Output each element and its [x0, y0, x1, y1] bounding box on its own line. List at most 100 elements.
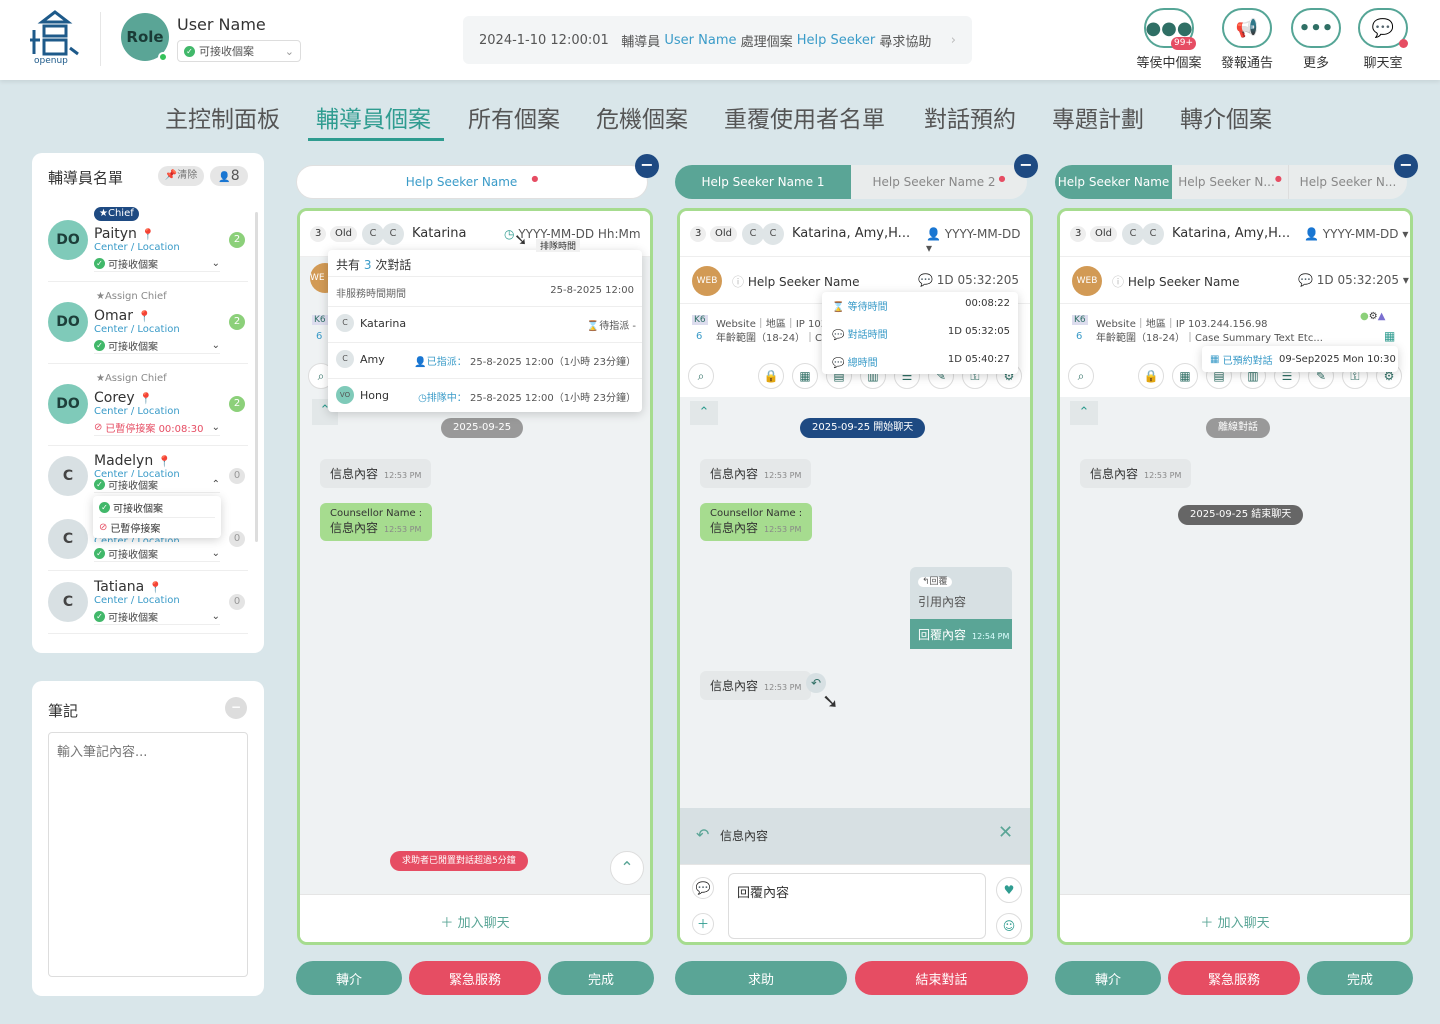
notice-user[interactable]: User Name: [664, 33, 736, 48]
search-button[interactable]: ⌕: [688, 363, 714, 389]
notice-seeker[interactable]: Help Seeker: [797, 33, 875, 48]
nav-referrals[interactable]: 轉介個案: [1180, 100, 1272, 134]
lock-button[interactable]: 🔒: [1138, 363, 1164, 389]
tab-seeker-2[interactable]: Help Seeker Name 2 ●: [851, 165, 1027, 199]
history-row[interactable]: C Katarina ⌛待指派 -: [336, 314, 636, 336]
status-option-available[interactable]: ✓ 可接收個案: [99, 500, 163, 515]
nav-crisis-cases[interactable]: 危機個案: [596, 100, 688, 134]
hourglass-icon: ⌛: [832, 302, 845, 313]
calendar-button[interactable]: ▦: [1172, 363, 1198, 389]
join-chat-button[interactable]: ＋ 加入聊天: [1060, 894, 1410, 942]
seeker-names[interactable]: Katarina, Amy,H...: [792, 226, 910, 241]
collapse-panel-button[interactable]: −: [635, 154, 659, 178]
seeker-name[interactable]: ⓘ Help Seeker Name: [732, 273, 859, 290]
counsellor-avatar[interactable]: C: [48, 456, 88, 496]
duration[interactable]: 💬 1D 05:32:205: [918, 273, 1019, 287]
counsellor-avatar[interactable]: C: [48, 519, 88, 559]
notes-input[interactable]: [48, 732, 248, 977]
emergency-button[interactable]: 緊急服務: [1168, 961, 1300, 995]
end-chat-button[interactable]: 結束對話: [855, 961, 1028, 995]
calendar-icon: ▦: [799, 369, 811, 383]
counsellor-status-select[interactable]: ✓ 可接收個案 ⌄: [94, 256, 220, 272]
counsellor-avatar[interactable]: C: [48, 582, 88, 622]
counsellor-location: Center / Location: [94, 324, 180, 335]
user-icon: 👤: [1304, 227, 1319, 241]
counsellor-avatar[interactable]: DO: [48, 302, 88, 342]
reply-icon: ↰: [922, 577, 930, 587]
counsellor-status-select[interactable]: ✓ 可接收個案 ⌄: [94, 609, 220, 625]
counsellor-avatar[interactable]: DO: [48, 384, 88, 424]
complete-button[interactable]: 完成: [548, 961, 654, 995]
attach-button[interactable]: ＋: [692, 913, 714, 935]
join-chat-button[interactable]: ＋ 加入聊天: [300, 894, 650, 942]
assign-chief-tag[interactable]: ★Assign Chief: [96, 291, 167, 302]
counsellor-name[interactable]: Omar 📍: [94, 308, 151, 324]
history-row[interactable]: C Amy 👤已指派： 25-8-2025 12:00（1小時 23分鐘）: [336, 350, 636, 372]
counsellor-avatar[interactable]: DO: [48, 220, 88, 260]
counsellor-name[interactable]: Tatiana 📍: [94, 579, 162, 595]
history-detail: 25-8-2025 12:00（1小時 23分鐘）: [469, 393, 636, 404]
help-button[interactable]: 求助: [675, 961, 847, 995]
date-select[interactable]: 👤 YYYY-MM-DD ▾: [926, 227, 1030, 255]
scroll-top-button[interactable]: ⌃: [690, 401, 718, 425]
megaphone-icon: 📢: [1222, 8, 1272, 48]
collapse-panel-button[interactable]: −: [1014, 154, 1038, 178]
calendar-button[interactable]: ▦: [792, 363, 818, 389]
tab-seeker-1[interactable]: Help Seeker Name 1: [675, 165, 851, 199]
nav-dashboard[interactable]: 主控制面板: [165, 100, 280, 134]
scroll-up-button[interactable]: ⌃: [610, 851, 644, 885]
message-input[interactable]: 回覆內容: [728, 873, 986, 939]
calendar-check-icon[interactable]: ▦: [1384, 329, 1395, 343]
divider: [48, 570, 248, 571]
seeker-names[interactable]: Katarina, Amy,H...: [1172, 226, 1290, 241]
waiting-cases-button[interactable]: ●●● 99+ 等侯中個案: [1134, 8, 1204, 71]
emoji-button[interactable]: ☺: [996, 913, 1022, 939]
complete-button[interactable]: 完成: [1307, 961, 1413, 995]
duration[interactable]: 💬 1D 05:32:205 ▾: [1298, 273, 1409, 287]
status-option-paused[interactable]: ⊘ 已暫停接案: [99, 520, 160, 535]
scroll-top-button[interactable]: ⌃: [1070, 401, 1098, 425]
notice-bar[interactable]: 2024-1-10 12:00:01 輔導員 User Name 處理個案 He…: [463, 16, 972, 64]
announce-button[interactable]: 📢 發報通告: [1212, 8, 1282, 71]
chatroom-button[interactable]: 💬 聊天室: [1348, 8, 1418, 71]
user-status-select[interactable]: ✓ 可接收個案 ⌄: [177, 40, 301, 62]
close-reply-button[interactable]: ✕: [998, 822, 1013, 843]
counsellor-name[interactable]: Madelyn 📍: [94, 453, 171, 469]
like-button[interactable]: ♥: [996, 877, 1022, 903]
date-select[interactable]: 👤 YYYY-MM-DD ▾: [1304, 227, 1408, 241]
clear-button[interactable]: 📌清除: [158, 166, 204, 186]
counsellor-status-select[interactable]: ⊘ 已暫停接案 00:08:30 ⌄: [94, 420, 220, 436]
counsellor-name[interactable]: Paityn 📍: [94, 226, 155, 242]
seeker-name[interactable]: Katarina: [412, 226, 467, 241]
tab-seeker-2[interactable]: Help Seeker N... ●: [1172, 165, 1289, 199]
emergency-button[interactable]: 緊急服務: [409, 961, 541, 995]
seeker-name[interactable]: ⓘ Help Seeker Name: [1112, 273, 1239, 290]
booking-popup[interactable]: ▦ 已預約對話 09-Sep2025 Mon 10:30: [1202, 346, 1398, 372]
sidebar-scrollbar[interactable]: [255, 212, 258, 542]
counsellor-name[interactable]: Corey 📍: [94, 390, 153, 406]
refer-button[interactable]: 轉介: [296, 961, 402, 995]
lock-button[interactable]: 🔒: [758, 363, 784, 389]
chat-panel: 3 Old C C Katarina, Amy,H... 👤 YYYY-MM-D…: [1057, 208, 1413, 945]
search-button[interactable]: ⌕: [1068, 363, 1094, 389]
history-row[interactable]: VO Hong ◷排隊中： 25-8-2025 12:00（1小時 23分鐘）: [336, 386, 636, 408]
counsellor-status-select[interactable]: ✓ 可接收個案 ⌃: [94, 477, 220, 493]
nav-all-cases[interactable]: 所有個案: [468, 100, 560, 134]
collapse-notes-button[interactable]: −: [225, 697, 247, 719]
nav-counsellor-cases[interactable]: 輔導員個案: [316, 100, 431, 134]
nav-repeat-users[interactable]: 重覆使用者名單: [724, 100, 885, 134]
refer-button[interactable]: 轉介: [1055, 961, 1161, 995]
assign-chief-tag[interactable]: ★Assign Chief: [96, 373, 167, 384]
nav-projects[interactable]: 專題計劃: [1052, 100, 1144, 134]
tab-seeker-3[interactable]: Help Seeker N...: [1289, 165, 1407, 199]
tab-seeker[interactable]: Help Seeker Name ●: [296, 165, 648, 199]
collapse-panel-button[interactable]: −: [1394, 154, 1418, 178]
old-tag: Old: [1090, 226, 1117, 242]
counsellor-status-select[interactable]: ✓ 可接收個案 ⌄: [94, 338, 220, 354]
template-button[interactable]: 💬: [692, 877, 714, 899]
more-button[interactable]: ••• 更多: [1281, 8, 1351, 71]
tab-seeker-1[interactable]: Help Seeker Name: [1055, 165, 1172, 199]
chief-tag-label: Chief: [107, 208, 134, 219]
counsellor-status-select[interactable]: ✓ 可接收個案 ⌄: [94, 546, 220, 562]
nav-appointments[interactable]: 對話預約: [924, 100, 1016, 134]
